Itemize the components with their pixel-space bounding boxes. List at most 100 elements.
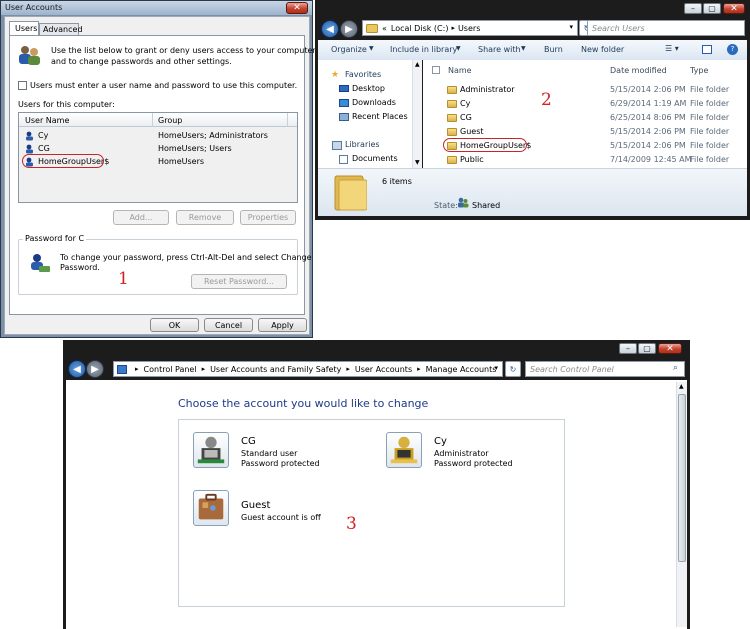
list-item[interactable]: Administrator 5/15/2014 2:06 PM File fol… xyxy=(445,84,745,96)
nav-item-downloads[interactable]: Downloads xyxy=(352,98,396,107)
share-with-button[interactable]: Share with xyxy=(478,45,521,54)
close-button[interactable]: ✕ xyxy=(658,343,682,354)
col-name[interactable]: Name xyxy=(448,66,472,75)
tab-users[interactable]: Users xyxy=(9,21,39,35)
file-name: CG xyxy=(460,113,472,122)
reset-password-button[interactable]: Reset Password... xyxy=(191,274,287,289)
search-icon[interactable]: ⌕ xyxy=(673,363,678,373)
back-icon[interactable]: ◀ xyxy=(68,360,86,378)
breadcrumb-users[interactable]: Users xyxy=(458,24,480,33)
nav-favorites[interactable]: Favorites xyxy=(345,70,381,79)
breadcrumb-arrow-icon[interactable]: ▸ xyxy=(135,365,139,373)
highlight-ring xyxy=(443,138,527,152)
add-user-button[interactable]: Add... xyxy=(113,210,169,225)
maximize-button[interactable]: ▢ xyxy=(638,343,656,354)
file-date: 6/25/2014 8:06 PM xyxy=(610,113,686,122)
col-type[interactable]: Type xyxy=(690,66,708,75)
preview-pane-icon[interactable] xyxy=(702,45,712,54)
share-chevron-icon: ▼ xyxy=(521,45,526,52)
users-listview[interactable]: User Name Group Cy HomeUsers; Administra… xyxy=(18,112,298,203)
scrollbar-thumb[interactable] xyxy=(678,394,686,562)
nav-libraries[interactable]: Libraries xyxy=(345,140,380,149)
file-type: File folder xyxy=(690,85,730,94)
maximize-button[interactable]: ▢ xyxy=(703,3,721,14)
scroll-up-icon[interactable]: ▲ xyxy=(679,383,684,390)
search-input[interactable]: Search Control Panel xyxy=(525,361,685,377)
list-item[interactable]: Guest 5/15/2014 2:06 PM File folder xyxy=(445,126,745,138)
libraries-icon xyxy=(332,141,342,150)
nav-scrollbar[interactable]: ▲ ▼ xyxy=(412,60,422,168)
guest-suitcase-icon xyxy=(193,490,229,526)
account-tile-cy[interactable]: Cy Administrator Password protected xyxy=(386,432,546,472)
nav-item-documents[interactable]: Documents xyxy=(352,154,398,163)
table-row[interactable]: HomeGroupUser$ HomeUsers xyxy=(21,154,295,168)
forward-icon[interactable]: ▶ xyxy=(340,20,358,38)
burn-button[interactable]: Burn xyxy=(544,45,563,54)
cp-scrollbar[interactable]: ▲ xyxy=(676,382,687,627)
list-item[interactable]: Public 7/14/2009 12:45 AM File folder xyxy=(445,154,745,166)
minimize-button[interactable]: – xyxy=(684,3,702,14)
breadcrumb-user-accounts-family-safety[interactable]: User Accounts and Family Safety xyxy=(210,365,341,374)
account-tile-cg[interactable]: CG Standard user Password protected xyxy=(193,432,353,472)
users-for-computer-label: Users for this computer: xyxy=(18,100,115,109)
scroll-down-icon[interactable]: ▼ xyxy=(415,159,420,166)
account-tile-guest[interactable]: Guest Guest account is off xyxy=(193,490,353,530)
apply-button[interactable]: Apply xyxy=(258,318,307,332)
nav-item-desktop[interactable]: Desktop xyxy=(352,84,385,93)
ua-body: Users Advanced Use the list below to gra… xyxy=(4,16,318,335)
properties-button[interactable]: Properties xyxy=(240,210,296,225)
control-panel-window: – ▢ ✕ ◀ ▶ ▸ Control Panel ▸ User Account… xyxy=(63,340,690,629)
folder-large-icon xyxy=(334,175,367,211)
folder-icon xyxy=(447,128,457,136)
cy-avatar-icon xyxy=(386,432,422,468)
breadcrumb-arrow-icon[interactable]: ▸ xyxy=(417,365,421,373)
refresh-icon[interactable]: ↻ xyxy=(505,361,521,377)
ua-description-line1: Use the list below to grant or deny user… xyxy=(51,46,319,55)
remove-user-button[interactable]: Remove xyxy=(176,210,234,225)
ok-button[interactable]: OK xyxy=(150,318,199,332)
breadcrumb-arrow-icon[interactable]: ▸ xyxy=(346,365,350,373)
search-input[interactable]: Search Users xyxy=(587,20,745,36)
list-item[interactable]: CG 6/25/2014 8:06 PM File folder xyxy=(445,112,745,124)
breadcrumb-local-disk[interactable]: Local Disk (C:) xyxy=(391,24,449,33)
col-date-modified[interactable]: Date modified xyxy=(610,66,667,75)
folder-icon xyxy=(366,24,378,33)
user-group-cell: HomeUsers; Administrators xyxy=(158,131,268,140)
include-in-library-button[interactable]: Include in library xyxy=(390,45,457,54)
cancel-button[interactable]: Cancel xyxy=(204,318,253,332)
address-bar[interactable]: ▸ Control Panel ▸ User Accounts and Fami… xyxy=(113,361,503,377)
new-folder-button[interactable]: New folder xyxy=(581,45,624,54)
organize-button[interactable]: Organize xyxy=(331,45,367,54)
list-item[interactable]: Cy 6/29/2014 1:19 AM File folder xyxy=(445,98,745,110)
recent-places-icon xyxy=(339,113,349,121)
scroll-up-icon[interactable]: ▲ xyxy=(415,61,420,68)
breadcrumb-control-panel[interactable]: Control Panel xyxy=(144,365,197,374)
forward-icon[interactable]: ▶ xyxy=(86,360,104,378)
breadcrumb-overflow[interactable]: « xyxy=(382,24,387,33)
chevron-down-icon[interactable]: ▾ xyxy=(494,364,498,372)
close-button[interactable]: ✕ xyxy=(723,3,745,14)
table-row[interactable]: Cy HomeUsers; Administrators xyxy=(21,130,295,142)
tab-advanced[interactable]: Advanced xyxy=(39,23,83,35)
password-instructions-line1: To change your password, press Ctrl-Alt-… xyxy=(60,253,312,262)
file-name: Cy xyxy=(460,99,471,108)
chevron-down-icon[interactable]: ▾ xyxy=(569,23,573,31)
ua-close-button[interactable]: ✕ xyxy=(286,2,308,14)
nav-item-recent-places[interactable]: Recent Places xyxy=(352,112,408,121)
account-password-status: Password protected xyxy=(434,459,513,468)
help-icon[interactable]: ? xyxy=(727,44,738,55)
state-label: State: xyxy=(434,201,458,210)
address-bar[interactable]: « Local Disk (C:) ▸ Users ▾ xyxy=(362,20,578,36)
desktop-icon xyxy=(339,85,349,92)
breadcrumb-manage-accounts[interactable]: Manage Accounts xyxy=(426,365,497,374)
minimize-button[interactable]: – xyxy=(619,343,637,354)
col-user-name[interactable]: User Name xyxy=(25,116,69,125)
require-password-checkbox[interactable] xyxy=(18,81,27,90)
select-all-checkbox[interactable] xyxy=(432,66,440,74)
list-item[interactable]: HomeGroupUser$ 5/15/2014 2:06 PM File fo… xyxy=(443,138,745,152)
col-group[interactable]: Group xyxy=(158,116,182,125)
back-icon[interactable]: ◀ xyxy=(321,20,339,38)
breadcrumb-arrow-icon[interactable]: ▸ xyxy=(202,365,206,373)
breadcrumb-user-accounts[interactable]: User Accounts xyxy=(355,365,412,374)
view-options-icon[interactable]: ☰ ▾ xyxy=(665,44,679,53)
